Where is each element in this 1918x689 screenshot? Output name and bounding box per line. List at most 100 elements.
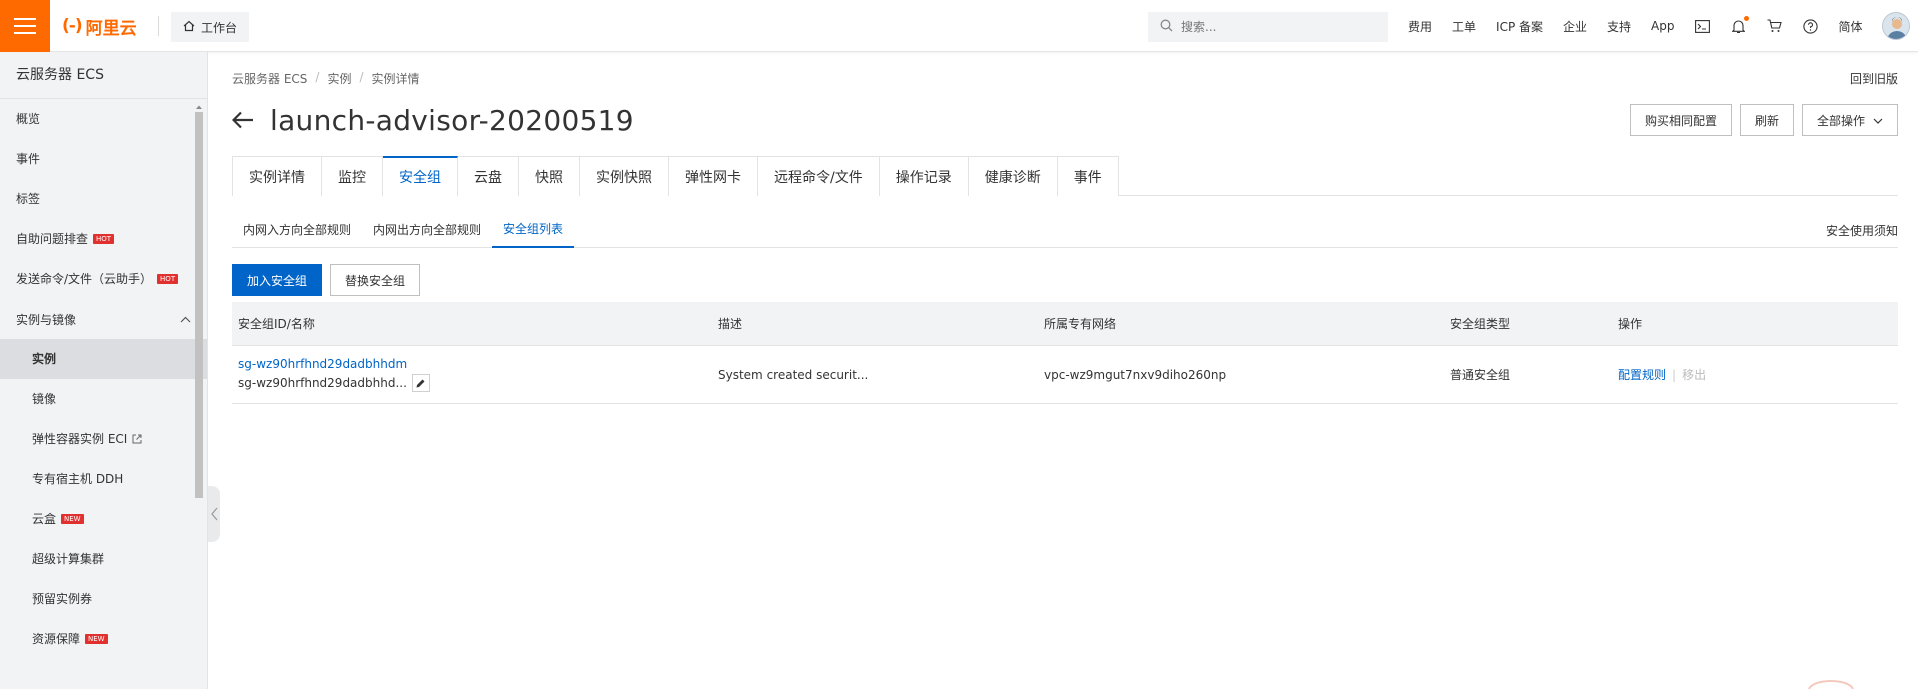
sidebar-item-self-troubleshoot[interactable]: 自助问题排查 HOT xyxy=(0,219,207,259)
search-input[interactable] xyxy=(1181,20,1371,34)
tab-health-diagnosis[interactable]: 健康诊断 xyxy=(968,156,1058,196)
sidebar-scroll-thumb[interactable] xyxy=(195,112,203,498)
refresh-button[interactable]: 刷新 xyxy=(1739,104,1794,136)
subtab-outbound-rules[interactable]: 内网出方向全部规则 xyxy=(362,210,492,248)
link-enterprise[interactable]: 企业 xyxy=(1563,18,1587,35)
all-operations-dropdown[interactable]: 全部操作 xyxy=(1801,104,1898,136)
column-header-actions: 操作 xyxy=(1618,317,1643,331)
cart-icon[interactable] xyxy=(1767,18,1783,34)
sidebar-item-label: 镜像 xyxy=(32,392,57,406)
sidebar-item-instances[interactable]: 实例 xyxy=(0,339,207,379)
workbench-label: 工作台 xyxy=(201,20,238,35)
sidebar: 云服务器 ECS 概览 事件 标签 自助问题排查 HOT 发送命令/文件（云助手）… xyxy=(0,52,208,689)
detail-tabs: 实例详情 监控 安全组 云盘 快照 实例快照 弹性网卡 远程命令/文件 操作记录… xyxy=(232,156,1898,196)
sidebar-collapse-handle[interactable] xyxy=(208,486,220,542)
breadcrumb-instance-detail: 实例详情 xyxy=(371,72,420,86)
sidebar-item-cloud-box[interactable]: 云盒 NEW xyxy=(0,499,207,539)
sidebar-item-images[interactable]: 镜像 xyxy=(0,379,207,419)
tab-instance-detail[interactable]: 实例详情 xyxy=(232,156,322,196)
tab-events[interactable]: 事件 xyxy=(1057,156,1119,196)
user-avatar[interactable] xyxy=(1882,12,1910,40)
security-group-vpc: vpc-wz9mgut7nxv9diho260np xyxy=(1044,367,1227,382)
sidebar-item-label: 实例 xyxy=(32,352,57,366)
back-to-old-version-link[interactable]: 回到旧版 xyxy=(1850,70,1898,87)
sidebar-item-resource-guarantee[interactable]: 资源保障 NEW xyxy=(0,619,207,659)
tab-eni[interactable]: 弹性网卡 xyxy=(669,156,758,196)
link-icp[interactable]: ICP 备案 xyxy=(1496,18,1543,35)
security-subtabs: 内网入方向全部规则 内网出方向全部规则 安全组列表 xyxy=(232,210,1898,248)
page-title: launch-advisor-20200519 xyxy=(270,103,634,137)
security-notice-link[interactable]: 安全使用须知 xyxy=(1826,222,1898,239)
configure-rules-link[interactable]: 配置规则 xyxy=(1618,368,1666,382)
breadcrumb-instances[interactable]: 实例 xyxy=(327,70,351,87)
help-icon[interactable] xyxy=(1803,18,1819,34)
sidebar-item-label: 概览 xyxy=(16,112,41,126)
security-group-description: System created securit... xyxy=(718,367,869,382)
sidebar-item-ddh[interactable]: 专有宿主机 DDH xyxy=(0,459,207,499)
breadcrumb-separator: / xyxy=(315,70,320,84)
chevron-down-icon xyxy=(1873,113,1883,127)
table-row: sg-wz90hrfhnd29dadbhhdm sg-wz90hrfhnd29d… xyxy=(232,346,1898,404)
replace-security-group-button[interactable]: 替换安全组 xyxy=(330,264,421,296)
sidebar-item-events[interactable]: 事件 xyxy=(0,139,207,179)
sidebar-title: 云服务器 ECS xyxy=(0,52,207,99)
tab-remote-commands[interactable]: 远程命令/文件 xyxy=(758,156,880,196)
breadcrumb-ecs[interactable]: 云服务器 ECS xyxy=(232,70,307,87)
sidebar-item-eci[interactable]: 弹性容器实例 ECI xyxy=(0,419,207,459)
notification-dot xyxy=(1743,16,1749,21)
terminal-icon[interactable] xyxy=(1695,18,1711,34)
hamburger-menu-button[interactable] xyxy=(0,0,50,52)
row-actions: 配置规则 | 移出 xyxy=(1618,366,1898,383)
subtab-security-group-list[interactable]: 安全组列表 xyxy=(492,210,575,248)
main-content: 云服务器 ECS / 实例 / 实例详情 回到旧版 launch-advisor… xyxy=(231,52,1898,689)
sidebar-item-cloud-assistant[interactable]: 发送命令/文件（云助手） HOT xyxy=(0,259,207,299)
sidebar-item-label: 发送命令/文件（云助手） xyxy=(16,272,153,286)
buy-same-config-button[interactable]: 购买相同配置 xyxy=(1629,104,1732,136)
language-switch[interactable]: 简体 xyxy=(1839,18,1863,35)
sidebar-group-instances-images[interactable]: 实例与镜像 xyxy=(0,299,207,339)
home-icon xyxy=(183,20,195,35)
hot-badge: HOT xyxy=(93,234,115,244)
security-group-id-link[interactable]: sg-wz90hrfhnd29dadbhhdm xyxy=(238,357,718,371)
security-group-id-cell: sg-wz90hrfhnd29dadbhhdm sg-wz90hrfhnd29d… xyxy=(232,357,718,392)
breadcrumb-separator: / xyxy=(359,70,364,84)
link-tickets[interactable]: 工单 xyxy=(1452,18,1476,35)
tab-operation-logs[interactable]: 操作记录 xyxy=(879,156,969,196)
column-header-description: 描述 xyxy=(718,317,743,331)
sidebar-item-overview[interactable]: 概览 xyxy=(0,99,207,139)
tab-monitoring[interactable]: 监控 xyxy=(322,156,383,196)
aliyun-logo[interactable]: (-) 阿里云 xyxy=(62,14,137,39)
tab-instance-snapshots[interactable]: 实例快照 xyxy=(580,156,669,196)
edit-pencil-icon[interactable] xyxy=(411,374,430,392)
security-group-name: sg-wz90hrfhnd29dadbhhd... xyxy=(238,376,407,390)
sidebar-item-label: 资源保障 xyxy=(32,632,81,646)
link-support[interactable]: 支持 xyxy=(1607,18,1631,35)
sidebar-item-tags[interactable]: 标签 xyxy=(0,179,207,219)
search-icon xyxy=(1160,19,1173,36)
hot-badge: HOT xyxy=(157,274,179,284)
link-billing[interactable]: 费用 xyxy=(1408,18,1432,35)
search-box[interactable] xyxy=(1148,12,1388,42)
sidebar-item-label: 云盒 xyxy=(32,512,57,526)
top-navigation-bar: (-) 阿里云 工作台 费用 工单 ICP 备案 企业 支持 App xyxy=(0,0,1918,52)
back-arrow-icon[interactable] xyxy=(231,106,254,134)
column-header-id-name: 安全组ID/名称 xyxy=(238,317,315,331)
sidebar-item-label: 专有宿主机 DDH xyxy=(32,472,124,486)
all-operations-label: 全部操作 xyxy=(1816,113,1865,128)
tab-snapshots[interactable]: 快照 xyxy=(519,156,580,196)
workbench-button[interactable]: 工作台 xyxy=(171,12,250,42)
subtab-inbound-rules[interactable]: 内网入方向全部规则 xyxy=(232,210,362,248)
sidebar-item-label: 超级计算集群 xyxy=(32,552,105,566)
external-link-icon xyxy=(132,434,142,444)
remove-link[interactable]: 移出 xyxy=(1682,368,1706,382)
tab-disks[interactable]: 云盘 xyxy=(458,156,519,196)
chevron-up-icon xyxy=(180,312,191,326)
sidebar-scrollbar[interactable] xyxy=(194,100,204,689)
scroll-up-icon[interactable] xyxy=(195,100,203,109)
link-app[interactable]: App xyxy=(1651,19,1674,33)
tab-security-groups[interactable]: 安全组 xyxy=(383,156,458,196)
sidebar-item-scc[interactable]: 超级计算集群 xyxy=(0,539,207,579)
join-security-group-button[interactable]: 加入安全组 xyxy=(232,264,323,296)
bell-icon[interactable] xyxy=(1731,16,1749,34)
sidebar-item-reserved-instances[interactable]: 预留实例券 xyxy=(0,579,207,619)
